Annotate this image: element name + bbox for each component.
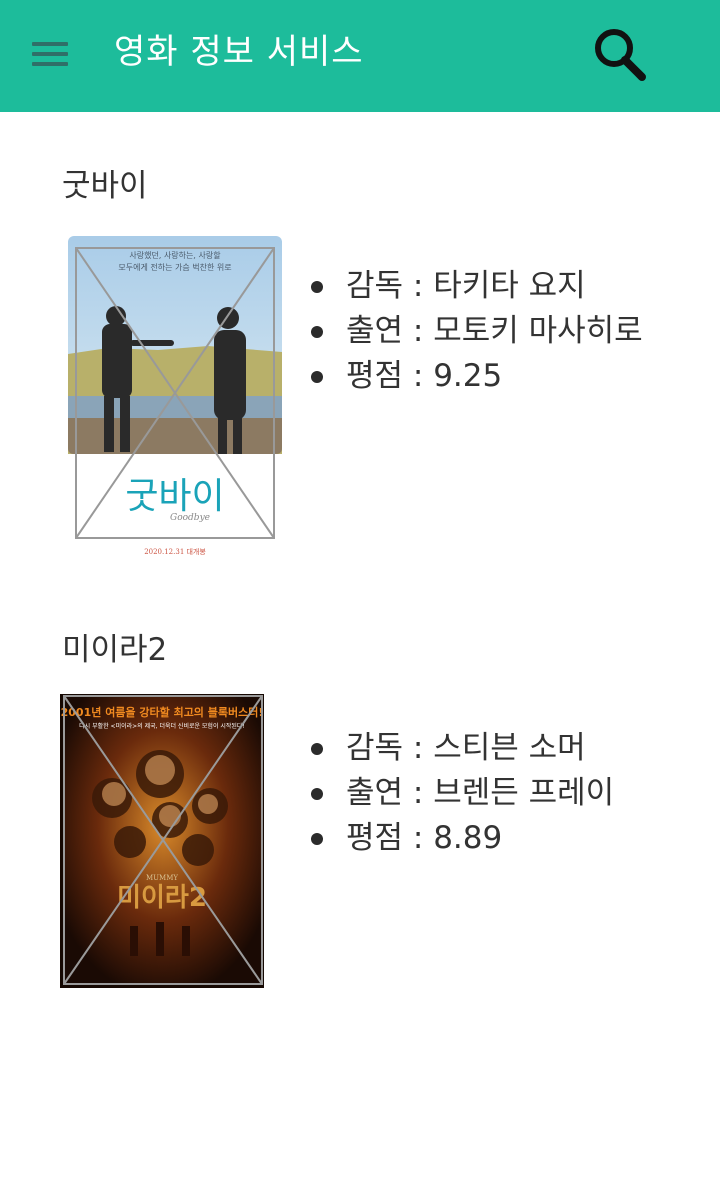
detail-label: 감독 bbox=[346, 268, 404, 304]
movie-poster[interactable]: 2001년 여름을 강타할 최고의 블록버스터! 다시 부활한 <미이라>의 제… bbox=[60, 694, 264, 988]
poster-tagline: 사랑했던, 사랑하는, 사랑할 bbox=[129, 250, 221, 260]
app-bar: 영화 정보 서비스 bbox=[0, 0, 720, 112]
detail-value: 8.89 bbox=[433, 820, 503, 856]
menu-bar-line bbox=[32, 62, 68, 66]
bullet-icon bbox=[311, 833, 323, 845]
bullet-icon bbox=[311, 281, 323, 293]
detail-label: 출연 bbox=[346, 313, 404, 349]
detail-value: 모토키 마사히로 bbox=[433, 313, 643, 349]
poster-tagline: 모두에게 전하는 가슴 벅찬한 위로 bbox=[118, 262, 231, 272]
detail-value: 브렌든 프레이 bbox=[433, 775, 615, 811]
bullet-icon bbox=[311, 326, 323, 338]
poster-logo: 굿바이 bbox=[125, 476, 224, 517]
bullet-icon bbox=[311, 788, 323, 800]
poster-logo-subtext: Goodbye bbox=[170, 513, 210, 523]
movie-details-list: 감독 : 타키타 요지 출연 : 모토키 마사히로 평점 : 9.25 bbox=[308, 264, 643, 399]
search-icon[interactable] bbox=[590, 26, 650, 86]
poster-release-date: 2020.12.31 대개봉 bbox=[144, 547, 206, 556]
detail-value: 스티븐 소머 bbox=[433, 730, 586, 766]
menu-bar-line bbox=[32, 42, 68, 46]
app-title: 영화 정보 서비스 bbox=[114, 32, 364, 72]
cast-item: 출연 : 모토키 마사히로 bbox=[308, 309, 643, 354]
detail-value: 타키타 요지 bbox=[433, 268, 586, 304]
detail-label: 평점 bbox=[346, 820, 404, 856]
bullet-icon bbox=[311, 743, 323, 755]
detail-value: 9.25 bbox=[433, 358, 503, 394]
poster-subheadline: 다시 부활한 <미이라>의 제국, 더욱더 신비로운 모험이 시작된다! bbox=[79, 722, 245, 730]
movie-poster[interactable]: 사랑했던, 사랑하는, 사랑할 모두에게 전하는 가슴 벅찬한 위로 굿바이 G… bbox=[68, 236, 282, 560]
detail-label: 출연 bbox=[346, 775, 404, 811]
poster-headline: 2001년 여름을 강타할 최고의 블록버스터! bbox=[61, 705, 264, 719]
movie-details-list: 감독 : 스티븐 소머 출연 : 브렌든 프레이 평점 : 8.89 bbox=[308, 726, 614, 861]
movie-title: 굿바이 bbox=[62, 168, 148, 204]
rating-item: 평점 : 8.89 bbox=[308, 816, 614, 861]
cast-item: 출연 : 브렌든 프레이 bbox=[308, 771, 614, 816]
detail-label: 평점 bbox=[346, 358, 404, 394]
director-item: 감독 : 타키타 요지 bbox=[308, 264, 643, 309]
poster-logo-small: MUMMY bbox=[146, 874, 178, 882]
bullet-icon bbox=[311, 371, 323, 383]
hamburger-menu-icon[interactable] bbox=[32, 40, 68, 68]
detail-label: 감독 bbox=[346, 730, 404, 766]
movie-title: 미이라2 bbox=[62, 632, 168, 668]
director-item: 감독 : 스티븐 소머 bbox=[308, 726, 614, 771]
menu-bar-line bbox=[32, 52, 68, 56]
rating-item: 평점 : 9.25 bbox=[308, 354, 643, 399]
